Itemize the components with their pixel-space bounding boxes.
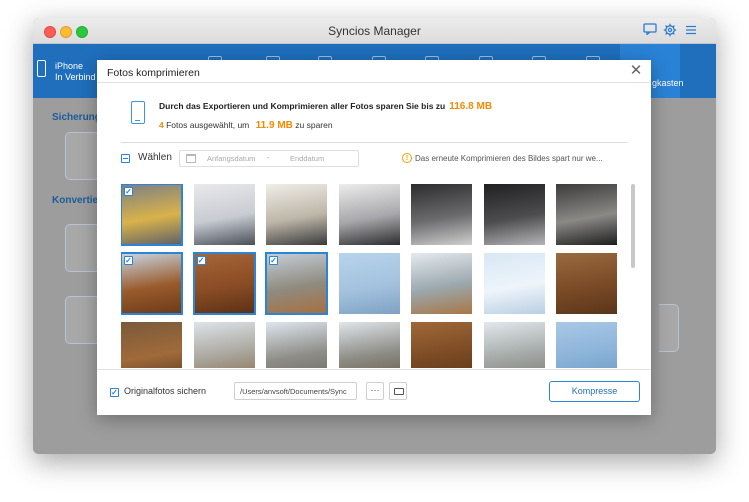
total-savings-value: 116.8 MB bbox=[449, 101, 493, 112]
photo-select-checkbox[interactable]: ✓ bbox=[196, 256, 206, 265]
selection-summary-suffix: zu sparen bbox=[295, 120, 333, 130]
photo-select-checkbox[interactable]: ✓ bbox=[269, 256, 278, 265]
photo-thumbnail[interactable] bbox=[193, 184, 255, 245]
date-separator: - bbox=[267, 153, 270, 162]
backup-originals-checkbox[interactable]: ✓ bbox=[110, 388, 119, 397]
photo-thumbnail[interactable] bbox=[556, 253, 617, 314]
photo-thumbnail[interactable] bbox=[483, 322, 545, 368]
photo-thumbnail[interactable] bbox=[266, 322, 327, 368]
photo-select-checkbox[interactable]: ✓ bbox=[124, 187, 133, 196]
end-date-field[interactable]: Enddatum bbox=[290, 154, 324, 163]
photo-thumbnail[interactable] bbox=[411, 184, 472, 245]
menu-icon[interactable] bbox=[683, 23, 699, 39]
dialog-title: Fotos komprimieren bbox=[107, 67, 200, 79]
titlebar: Syncios Manager bbox=[33, 18, 716, 44]
recompress-warning: Das erneute Komprimieren des Bildes spar… bbox=[415, 154, 603, 163]
backup-section-title: Sicherung bbox=[52, 112, 101, 123]
compress-button[interactable]: Kompresse bbox=[549, 381, 640, 402]
iphone-icon bbox=[37, 60, 46, 77]
device-status: In Verbind bbox=[55, 72, 96, 82]
phone-icon bbox=[131, 101, 145, 124]
photo-grid-scrollbar[interactable] bbox=[631, 184, 635, 268]
photo-thumbnail[interactable] bbox=[338, 184, 400, 245]
photo-thumbnail[interactable] bbox=[411, 322, 472, 368]
close-icon[interactable]: ✕ bbox=[628, 63, 644, 79]
photo-thumbnail[interactable] bbox=[556, 184, 617, 245]
window-title: Syncios Manager bbox=[328, 24, 421, 38]
info-divider bbox=[121, 142, 627, 143]
compress-photos-dialog: Fotos komprimieren ✕ Durch das Exportier… bbox=[97, 60, 651, 415]
convert-section-title: Konvertier bbox=[52, 195, 103, 206]
photo-thumbnail[interactable] bbox=[483, 184, 545, 245]
dialog-header-divider bbox=[97, 82, 651, 83]
selected-count: 4 bbox=[159, 120, 164, 130]
photo-thumbnail[interactable] bbox=[121, 322, 182, 368]
photo-grid: ✓ ✓ ✓ ✓ bbox=[121, 184, 629, 368]
select-all-checkbox[interactable] bbox=[121, 154, 130, 163]
photo-thumbnail[interactable] bbox=[411, 253, 472, 314]
photo-thumbnail[interactable]: ✓ bbox=[265, 252, 328, 315]
start-date-field[interactable]: Anfangsdatum bbox=[207, 154, 255, 163]
browse-more-button[interactable]: ··· bbox=[366, 382, 384, 400]
warning-icon: ! bbox=[402, 153, 412, 163]
photo-thumbnail[interactable]: ✓ bbox=[192, 252, 256, 315]
selected-savings-value: 11.9 MB bbox=[255, 120, 293, 131]
selection-summary: 4 Fotos ausgewählt, um 11.9 MB zu sparen bbox=[159, 120, 333, 131]
chat-icon[interactable] bbox=[642, 23, 658, 39]
calendar-icon bbox=[186, 154, 196, 163]
folder-icon bbox=[394, 388, 404, 395]
photo-thumbnail[interactable] bbox=[266, 184, 327, 245]
right-tool-card[interactable] bbox=[659, 304, 679, 352]
photo-thumbnail[interactable] bbox=[483, 253, 545, 314]
photo-thumbnail[interactable] bbox=[193, 322, 255, 368]
photo-thumbnail[interactable]: ✓ bbox=[121, 252, 183, 315]
select-all-label[interactable]: Wählen bbox=[138, 152, 172, 163]
photo-thumbnail[interactable] bbox=[338, 253, 400, 314]
backup-originals-label[interactable]: Originalfotos sichern bbox=[124, 386, 206, 396]
savings-summary: Durch das Exportieren und Komprimieren a… bbox=[159, 101, 492, 112]
photo-thumbnail[interactable]: ✓ bbox=[121, 184, 183, 246]
photo-select-checkbox[interactable]: ✓ bbox=[124, 256, 133, 265]
footer-divider bbox=[97, 369, 651, 370]
backup-path-input[interactable] bbox=[234, 382, 357, 400]
date-range-picker[interactable]: Anfangsdatum - Enddatum bbox=[179, 150, 359, 167]
nav-toolbox-label: gkasten bbox=[652, 78, 684, 88]
device-name[interactable]: iPhone bbox=[55, 61, 83, 72]
photo-thumbnail[interactable] bbox=[556, 322, 617, 368]
gear-icon[interactable] bbox=[662, 23, 678, 39]
photo-thumbnail[interactable] bbox=[338, 322, 400, 368]
selection-summary-text: Fotos ausgewählt, um bbox=[166, 120, 250, 130]
open-folder-button[interactable] bbox=[389, 382, 407, 400]
savings-summary-text: Durch das Exportieren und Komprimieren a… bbox=[159, 101, 446, 111]
